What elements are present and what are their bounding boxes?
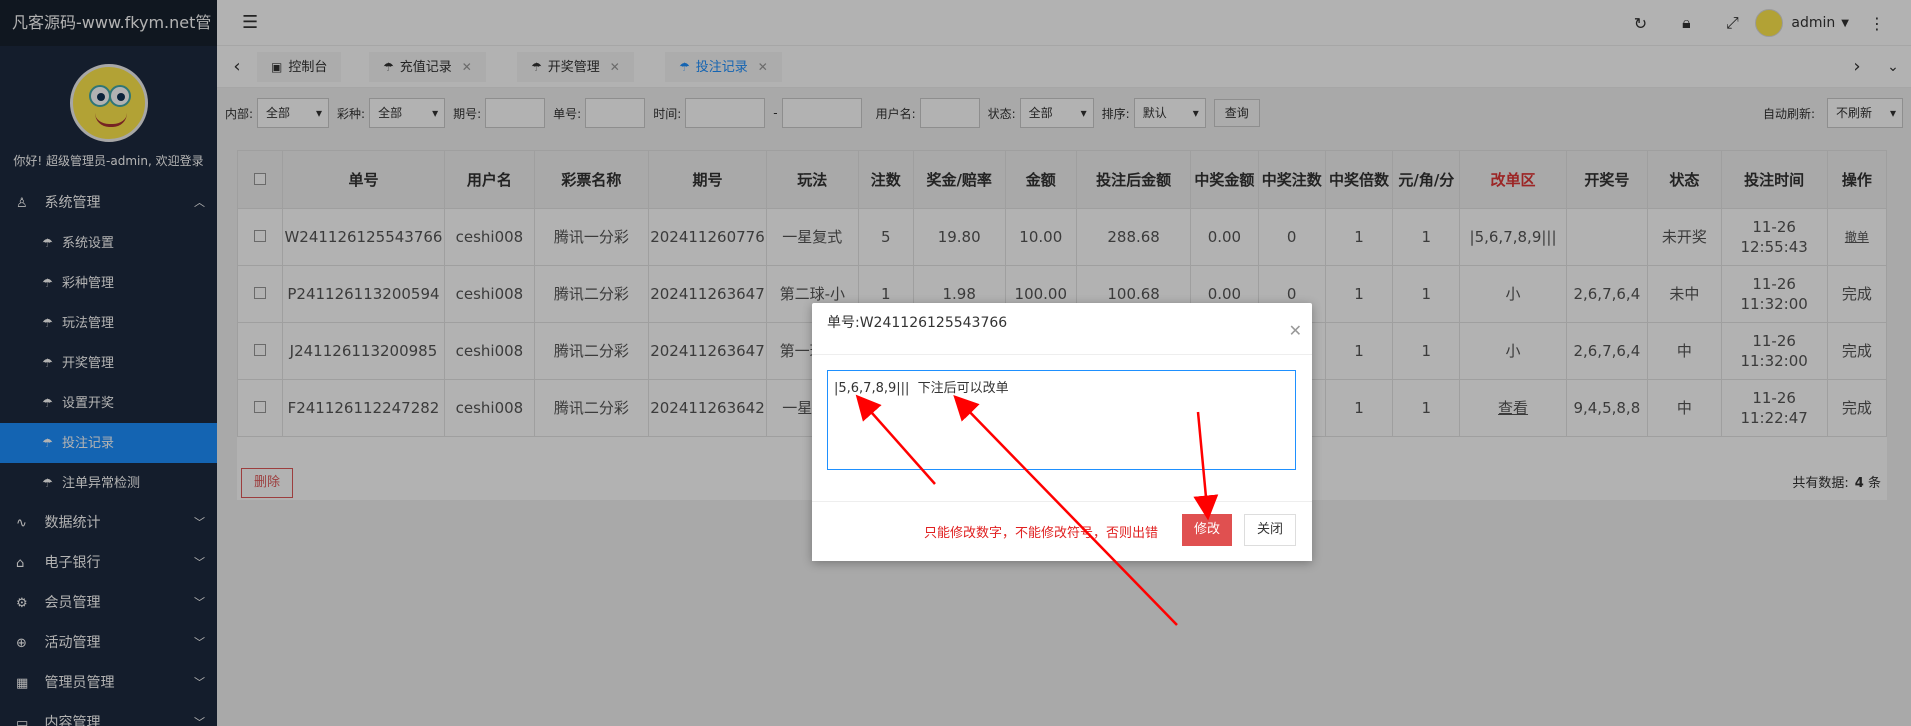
modal-body [812, 355, 1312, 501]
warning-text: 只能修改数字，不能修改符号，否则出错 [924, 526, 1159, 541]
close-icon[interactable]: ✕ [1289, 321, 1302, 340]
modify-button[interactable]: 修改 [1182, 514, 1233, 546]
bet-content-textarea[interactable] [827, 370, 1296, 470]
modal-title: 单号:W241126125543766 [812, 303, 1312, 355]
modal-footer: 只能修改数字，不能修改符号，否则出错 修改 关闭 [812, 501, 1312, 561]
close-button[interactable]: 关闭 [1244, 514, 1297, 546]
edit-order-modal: 单号:W241126125543766 ✕ 只能修改数字，不能修改符号，否则出错… [812, 303, 1312, 561]
